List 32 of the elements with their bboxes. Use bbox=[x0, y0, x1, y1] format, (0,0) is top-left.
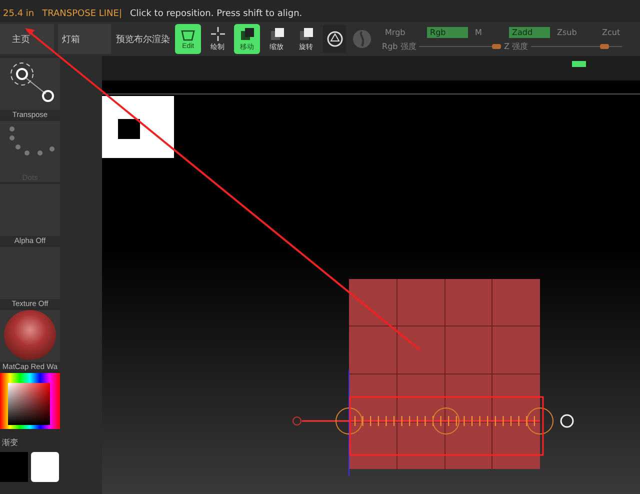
slider-thumb[interactable] bbox=[600, 44, 609, 48]
mode-toggle[interactable]: Rgb bbox=[427, 26, 468, 38]
mode-toggle[interactable]: Zsub bbox=[554, 26, 596, 38]
circle-icon[interactable] bbox=[326, 30, 344, 48]
scale-icon bbox=[268, 26, 284, 40]
mode-toggle[interactable]: Zadd bbox=[509, 26, 550, 38]
mode-toggle[interactable]: Zcut bbox=[599, 26, 640, 38]
menu-link[interactable]: 预览布尔渲染 bbox=[114, 24, 172, 54]
rotate-icon bbox=[298, 26, 314, 40]
sphere-icon[interactable] bbox=[352, 29, 372, 49]
move-icon bbox=[239, 26, 256, 40]
mode-label: TRANSPOSE LINE| bbox=[42, 9, 122, 19]
slider-label: Rgb 强度 bbox=[382, 40, 416, 52]
gradient-label: 渐变 bbox=[1, 437, 19, 449]
material-sphere bbox=[4, 310, 56, 360]
mode-toggle[interactable]: Mrgb bbox=[382, 26, 424, 38]
secondary-color-swatch[interactable] bbox=[31, 452, 59, 482]
crosshair-icon bbox=[210, 26, 226, 40]
indicator-bar bbox=[572, 61, 586, 67]
tab[interactable]: 主页 bbox=[0, 24, 54, 54]
mode-toggle[interactable]: M bbox=[472, 26, 506, 38]
tab[interactable]: 灯箱 bbox=[58, 24, 111, 54]
circle-handle[interactable] bbox=[560, 414, 574, 428]
edit-icon bbox=[180, 28, 196, 42]
thumbnail-preview bbox=[102, 96, 174, 158]
viewport[interactable] bbox=[102, 80, 640, 494]
primary-color-swatch[interactable] bbox=[0, 452, 28, 482]
measure-value: 25.4 in bbox=[3, 9, 34, 19]
slider-label: Z 强度 bbox=[504, 40, 528, 52]
hint-text: Click to reposition. Press shift to align. bbox=[130, 9, 302, 19]
slider-thumb[interactable] bbox=[492, 44, 501, 48]
color-picker[interactable] bbox=[0, 373, 60, 429]
